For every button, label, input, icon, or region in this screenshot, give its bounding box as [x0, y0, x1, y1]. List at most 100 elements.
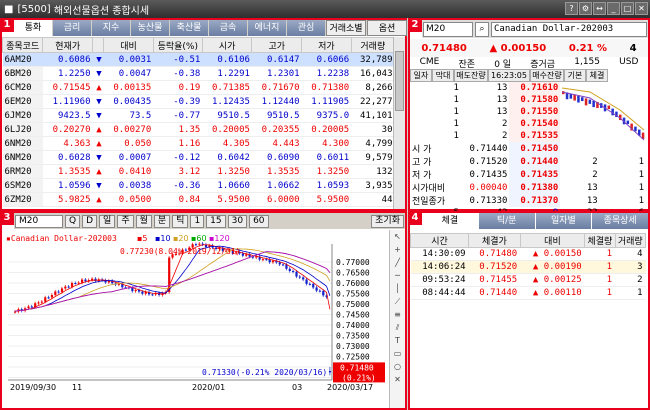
period-button[interactable]: 15 — [206, 214, 226, 228]
channel-tool-icon[interactable]: ⫽ — [390, 321, 405, 334]
tab-1[interactable]: 금리 — [53, 20, 91, 36]
table-row[interactable]: 6JM20 9423.5 ▼ 73.5 -0.77 9510.5 9510.5 9375.0 4… — [2, 108, 395, 123]
rect-tool-icon[interactable]: ▭ — [390, 347, 405, 360]
minimize-icon[interactable]: _ — [607, 2, 620, 15]
col-header[interactable]: 대비 — [103, 37, 154, 53]
hline-tool-icon[interactable]: ─ — [390, 269, 405, 282]
ob-header[interactable]: 막대 — [432, 69, 454, 82]
circle-tool-icon[interactable]: ○ — [390, 360, 405, 373]
col-header[interactable]: 종목코드 — [1, 37, 44, 53]
tab-8[interactable]: 거래소별 — [326, 20, 366, 36]
chart-symbol-input[interactable]: M20 — [15, 214, 63, 228]
symbol-input[interactable]: M20 — [423, 21, 473, 37]
col-header[interactable]: 현재가 — [42, 37, 94, 53]
trend-tool-icon[interactable]: ⟋ — [390, 295, 405, 308]
col-header[interactable] — [92, 37, 105, 53]
ob-header[interactable]: 16:23:05 — [488, 69, 530, 82]
cursor-icon[interactable]: ↖ — [390, 230, 405, 243]
ask-size: 2 — [502, 119, 508, 129]
ob-header[interactable]: 체결 — [586, 69, 608, 82]
tab-2[interactable]: 지수 — [92, 20, 130, 36]
table-row[interactable]: 6CM20 0.71545 ▲ 0.00135 0.19 0.71385 0.71670 0.… — [2, 80, 395, 95]
col-header[interactable]: 체결량 — [584, 233, 616, 248]
settings-icon[interactable]: ⚙ — [579, 2, 592, 15]
col-header[interactable]: 거래량 — [614, 233, 647, 248]
tab-9[interactable]: 옵션 — [367, 20, 407, 36]
search-icon[interactable]: ⌕ — [475, 21, 489, 37]
period-button[interactable]: 월 — [135, 214, 152, 228]
period-button[interactable]: D — [82, 214, 98, 228]
help-icon[interactable]: ? — [565, 2, 578, 15]
trade-tab-1[interactable]: 틱/분 — [478, 213, 535, 229]
text-tool-icon[interactable]: T — [390, 334, 405, 347]
trade-time: 08:44:44 — [410, 286, 469, 300]
maximize-icon[interactable]: □ — [621, 2, 634, 15]
period-button[interactable]: Q — [65, 214, 81, 228]
ob-header[interactable]: 매도잔량 — [454, 69, 488, 82]
close-icon[interactable]: ✕ — [635, 2, 648, 15]
stat-value: 0.71435 — [469, 169, 508, 180]
ob-header[interactable]: 매수잔량 — [530, 69, 564, 82]
period-button[interactable]: 틱 — [172, 214, 189, 228]
tab-6[interactable]: 에너지 — [248, 20, 286, 36]
col-header[interactable]: 체결가 — [468, 233, 521, 248]
trade-tab-3[interactable]: 종목상세 — [592, 213, 648, 229]
table-row[interactable]: 6NM20 4.363 ▲ 0.050 1.16 4.305 4.443 4.300 4,799 — [2, 136, 395, 151]
cell-low: 4.300 — [301, 136, 352, 151]
table-row[interactable]: 6SM20 1.0596 ▼ 0.0038 -0.36 1.0660 1.0662 1.059… — [2, 178, 395, 193]
cell-dir: ▼ — [92, 66, 104, 81]
trade-tab-0[interactable]: 체결 — [422, 213, 478, 229]
ask-price: 0.71535 — [509, 130, 561, 142]
bid-row[interactable]: 시가대비 0.00040 0.71380 13 1 — [410, 181, 646, 194]
period-button[interactable]: 1 — [190, 214, 205, 228]
ob-header[interactable]: 기본 — [564, 69, 586, 82]
col-header[interactable]: 시가 — [201, 37, 253, 53]
tab-4[interactable]: 축산물 — [170, 20, 208, 36]
table-row[interactable]: 6BM20 1.2250 ▼ 0.0047 -0.38 1.2291 1.2301 1.223… — [2, 66, 395, 81]
period-button[interactable]: 분 — [153, 214, 171, 228]
vline-tool-icon[interactable]: │ — [390, 282, 405, 295]
cell-rate: -0.39 — [153, 94, 203, 109]
period-button[interactable]: 주 — [117, 214, 134, 228]
period-button[interactable]: 일 — [99, 214, 116, 228]
col-header[interactable]: 거래량 — [350, 37, 396, 53]
table-row[interactable]: 6EM20 1.11960 ▼ 0.00435 -0.39 1.12435 1.12440 1… — [2, 94, 395, 109]
ob-header[interactable]: 일자 — [410, 69, 432, 82]
table-row[interactable]: 6LJ20 0.20270 ▲ 0.00270 1.35 0.20005 0.20355 0.… — [2, 122, 395, 137]
period-button[interactable]: 30 — [227, 214, 248, 228]
link-icon[interactable]: ↔ — [593, 2, 606, 15]
fibo-tool-icon[interactable]: ≡ — [390, 308, 405, 321]
period-button[interactable]: 60 — [249, 214, 269, 228]
table-row[interactable]: 6AM20 0.6086 ▼ 0.0031 -0.51 0.6106 0.6147 0.606… — [2, 52, 395, 67]
table-row[interactable]: 6RM20 1.3535 ▲ 0.0410 3.12 1.3250 1.3535 1.3250… — [2, 164, 395, 179]
trade-row[interactable]: 08:44:44 0.71440 ▲ 0.00110 1 1 — [410, 286, 646, 300]
col-header[interactable]: 고가 — [251, 37, 303, 53]
cell-low: 1.2238 — [301, 66, 352, 81]
table-row[interactable]: 6NM20 0.6028 ▼ 0.0007 -0.12 0.6042 0.6090 0.601… — [2, 150, 395, 165]
quote-scrollbar[interactable] — [393, 37, 405, 209]
bid-row[interactable]: 고 가 0.71520 0.71440 2 1 — [410, 155, 646, 168]
ask-price: 0.71550 — [509, 106, 561, 118]
tab-5[interactable]: 금속 — [209, 20, 247, 36]
tab-0[interactable]: 통화 — [14, 20, 52, 36]
col-header[interactable]: 등락율(%) — [152, 37, 203, 53]
line-tool-icon[interactable]: ╱ — [390, 256, 405, 269]
trade-row[interactable]: 14:30:09 0.71480 ▲ 0.00150 1 4 — [410, 247, 646, 261]
tab-3[interactable]: 농산물 — [131, 20, 169, 36]
bid-row[interactable]: 저 가 0.71435 0.71435 2 1 — [410, 168, 646, 181]
crosshair-icon[interactable]: + — [390, 243, 405, 256]
scrollbar-thumb[interactable] — [395, 51, 404, 111]
trade-tab-2[interactable]: 일자별 — [535, 213, 592, 229]
ask-size: 13 — [496, 107, 508, 117]
bid-row[interactable]: 전일종가 0.71330 0.71370 13 1 — [410, 194, 646, 207]
col-header[interactable]: 시간 — [409, 233, 470, 248]
erase-tool-icon[interactable]: ✕ — [390, 373, 405, 386]
trade-row[interactable]: 14:06:24 0.71520 ▲ 0.00190 1 3 — [410, 260, 646, 274]
trade-row[interactable]: 09:53:24 0.71455 ▲ 0.00125 1 2 — [410, 273, 646, 287]
col-header[interactable]: 저가 — [301, 37, 352, 53]
table-row[interactable]: 6ZM20 5.9825 ▲ 0.0500 0.84 5.9500 6.0000 5.9500… — [2, 192, 395, 207]
tab-7[interactable]: 관심 — [287, 20, 325, 36]
col-header[interactable]: 대비 — [519, 233, 586, 248]
reset-button[interactable]: 초기화 — [371, 214, 404, 228]
ask-count: 1 — [453, 107, 459, 117]
